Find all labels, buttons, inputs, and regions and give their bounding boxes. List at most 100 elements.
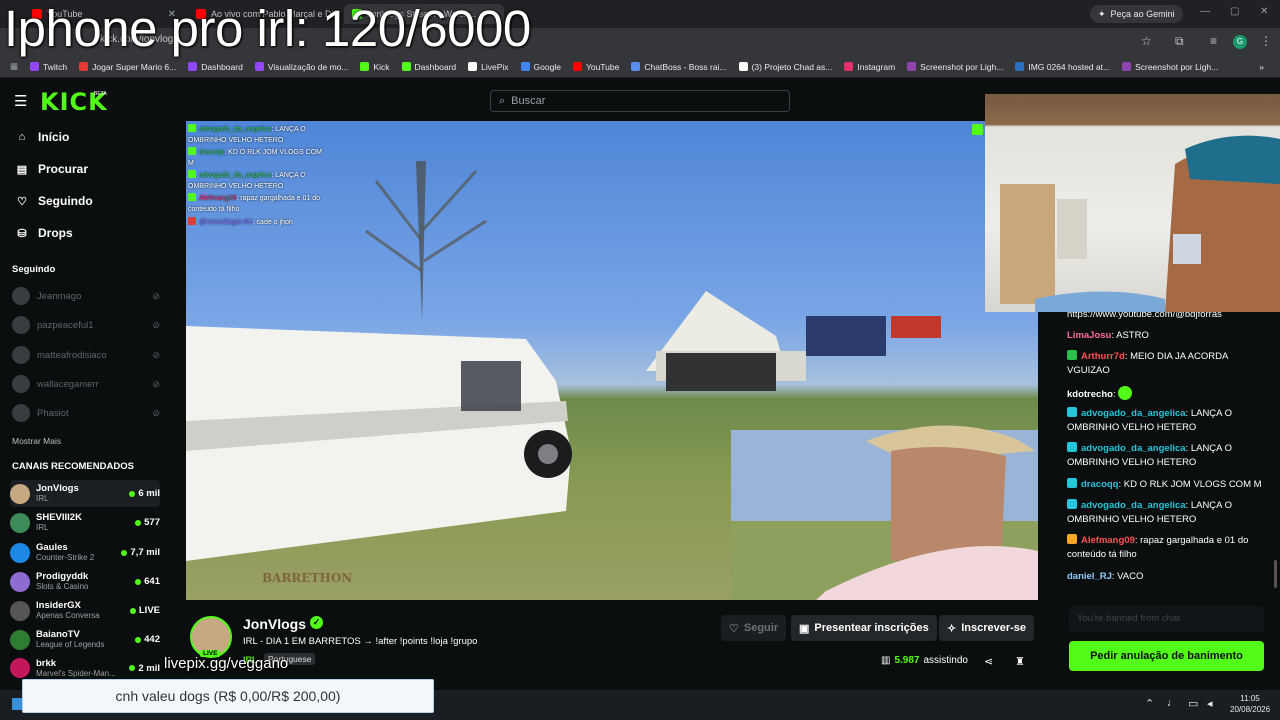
live-dot-icon bbox=[135, 578, 142, 585]
apps-icon[interactable]: ▦ bbox=[4, 61, 24, 72]
follow-button[interactable]: ♡ Seguir bbox=[721, 615, 787, 641]
live-dot-icon bbox=[129, 665, 136, 671]
recommended-channel[interactable]: Gaules Counter-Strike 2 7,7 mil bbox=[10, 539, 160, 566]
webcam-overlay bbox=[985, 94, 1280, 312]
recommended-channel[interactable]: BaianoTV League of Legends 442 bbox=[10, 626, 160, 653]
avatar bbox=[10, 512, 30, 533]
nav-inicio[interactable]: ⌂ Início bbox=[16, 130, 70, 144]
recommended-channel[interactable]: SHEVIII2K IRL 577 bbox=[10, 509, 160, 536]
offline-icon: ⊘ bbox=[152, 319, 160, 330]
channel-name[interactable]: JonVlogs bbox=[243, 616, 306, 632]
chat-message: kdotrecho: bbox=[1067, 386, 1267, 402]
bookmark-5[interactable]: Dashboard bbox=[396, 62, 463, 72]
video-chat-line: Alefmang09: rapaz gargalhada e 01 do bbox=[188, 193, 320, 204]
chat-scrollbar[interactable] bbox=[1274, 560, 1277, 588]
bookmark-4[interactable]: Kick bbox=[354, 62, 395, 72]
tray-chevron-icon[interactable]: ⌃ bbox=[1145, 697, 1154, 710]
live-dot-icon bbox=[129, 490, 136, 497]
subscriber-badge-icon bbox=[1067, 499, 1077, 509]
video-chat-line: dracoqq: KD O RLK JOM VLOGS COM bbox=[188, 147, 322, 158]
bookmark-11[interactable]: Instagram bbox=[838, 62, 901, 72]
bookmark-icon bbox=[30, 62, 40, 71]
volume-icon[interactable]: ◂ bbox=[1207, 697, 1213, 710]
avatar bbox=[10, 542, 30, 563]
video-player[interactable]: advogado_da_angelica: LANÇA O OMBRINHO V… bbox=[186, 121, 1038, 600]
menu-icon[interactable]: ⋮ bbox=[1260, 34, 1272, 48]
kick-icon bbox=[188, 217, 196, 225]
maximize-icon[interactable]: ▢ bbox=[1230, 6, 1239, 17]
gift-subs-button[interactable]: ▣ Presentear inscrições bbox=[791, 615, 937, 641]
nav-seguindo[interactable]: ♡ Seguindo bbox=[16, 194, 93, 208]
following-item[interactable]: Jeanmago ⊘ bbox=[12, 286, 160, 306]
avatar bbox=[10, 571, 30, 592]
minimize-icon[interactable]: — bbox=[1200, 6, 1210, 17]
profile-avatar[interactable]: G bbox=[1233, 35, 1247, 49]
subscribe-button[interactable]: ✧ Inscrever-se bbox=[939, 615, 1035, 641]
recommended-channel[interactable]: Prodigyddk Slots & Casino 641 bbox=[10, 568, 160, 595]
search-icon: ⌕ bbox=[499, 94, 506, 107]
livepix-link-overlay: livepix.gg/veggano bbox=[164, 655, 289, 672]
bookmark-1[interactable]: Jogar Super Mario 6... bbox=[73, 62, 182, 72]
close-window-icon[interactable]: ✕ bbox=[1260, 6, 1268, 17]
more-bookmarks-icon[interactable]: » bbox=[1253, 62, 1280, 72]
recommended-channel[interactable]: JonVlogs IRL 6 mil bbox=[10, 480, 160, 507]
extensions-icon[interactable]: ⧉ bbox=[1175, 34, 1184, 49]
avatar bbox=[12, 404, 30, 422]
chat-message: daniel_RJ: VACO bbox=[1067, 571, 1144, 582]
following-item[interactable]: wallacegamerr ⊘ bbox=[12, 374, 160, 394]
viewer-count: ▥ 5.987 assistindo bbox=[881, 655, 968, 666]
hamburger-menu-icon[interactable]: ☰ bbox=[14, 92, 27, 110]
following-item[interactable]: matteafrodisiaco ⊘ bbox=[12, 345, 160, 365]
gemini-button[interactable]: ✦ Peça ao Gemini bbox=[1090, 5, 1183, 23]
bookmark-13[interactable]: IMG 0264 hosted at... bbox=[1009, 62, 1116, 72]
bookmark-12[interactable]: Screenshot por Ligh... bbox=[901, 62, 1009, 72]
search-input[interactable]: ⌕ Buscar bbox=[490, 90, 790, 112]
nav-drops[interactable]: ⛁ Drops bbox=[16, 226, 72, 240]
star-icon[interactable]: ☆ bbox=[1141, 34, 1152, 48]
bookmark-3[interactable]: Visualização de mo... bbox=[249, 62, 355, 72]
bookmark-14[interactable]: Screenshot por Ligh... bbox=[1116, 62, 1224, 72]
bookmark-10[interactable]: (3) Projeto Chad as... bbox=[733, 62, 839, 72]
offline-icon: ⊘ bbox=[152, 290, 160, 301]
microphone-icon[interactable]: ♩ bbox=[1167, 697, 1178, 709]
clip-icon[interactable]: ♜ bbox=[1015, 655, 1025, 668]
heart-icon: ♡ bbox=[17, 195, 27, 208]
show-more-link[interactable]: Mostrar Mais bbox=[12, 436, 61, 446]
share-icon[interactable]: ⋖ bbox=[984, 655, 993, 668]
bookmark-2[interactable]: Dashboard bbox=[182, 62, 249, 72]
bookmark-icon bbox=[79, 62, 89, 71]
recommended-channel[interactable]: brkk Marvel's Spider-Man... 2 mil bbox=[10, 655, 160, 681]
avatar bbox=[10, 483, 30, 504]
offline-icon: ⊘ bbox=[152, 407, 160, 418]
viewer-count: 577 bbox=[135, 517, 160, 528]
viewer-count: 442 bbox=[135, 634, 160, 645]
network-icon[interactable]: ▭ bbox=[1188, 697, 1198, 710]
heart-icon: ♡ bbox=[729, 622, 739, 635]
video-chat-line: advogado_da_angelica: LANÇA O bbox=[188, 170, 306, 181]
bookmark-icon bbox=[360, 62, 370, 71]
video-chat-line: OMBRINHO VELHO HETERO bbox=[188, 137, 284, 144]
bookmark-9[interactable]: ChatBoss - Boss rai... bbox=[625, 62, 732, 72]
gemini-icon: ✦ bbox=[1098, 8, 1106, 19]
video-watermark: BARRETHON bbox=[262, 571, 353, 585]
nav-procurar[interactable]: ▤ Procurar bbox=[16, 162, 88, 176]
video-chat-line: OMBRINHO VELHO HETERO bbox=[188, 183, 284, 190]
bookmark-7[interactable]: Google bbox=[515, 62, 567, 72]
bookmark-0[interactable]: Twitch bbox=[24, 62, 73, 72]
bookmarks-bar: ▦ Twitch Jogar Super Mario 6... Dashboar… bbox=[0, 56, 1280, 78]
unban-request-button[interactable]: Pedir anulação de banimento bbox=[1069, 641, 1264, 671]
bookmark-6[interactable]: LivePix bbox=[462, 62, 514, 72]
avatar bbox=[10, 629, 30, 650]
following-item[interactable]: Phasiot ⊘ bbox=[12, 403, 160, 423]
media-icon[interactable]: ≡ bbox=[1210, 34, 1217, 48]
viewer-count: 2 mil bbox=[129, 663, 160, 674]
avatar bbox=[10, 658, 30, 678]
recommended-channel[interactable]: InsiderGX Apenas Conversa LIVE bbox=[10, 597, 160, 624]
following-item[interactable]: pazpeaceful1 ⊘ bbox=[12, 315, 160, 335]
bookmark-8[interactable]: YouTube bbox=[567, 62, 625, 72]
overlay-goal-title: Iphone pro irl: 120/6000 bbox=[4, 0, 531, 57]
viewer-count: LIVE bbox=[129, 605, 160, 616]
taskbar-clock[interactable]: 11:05 20/08/2026 bbox=[1230, 693, 1270, 715]
webcam-scene bbox=[1000, 135, 1280, 312]
chat-input[interactable]: You're banned from chat bbox=[1069, 606, 1264, 632]
